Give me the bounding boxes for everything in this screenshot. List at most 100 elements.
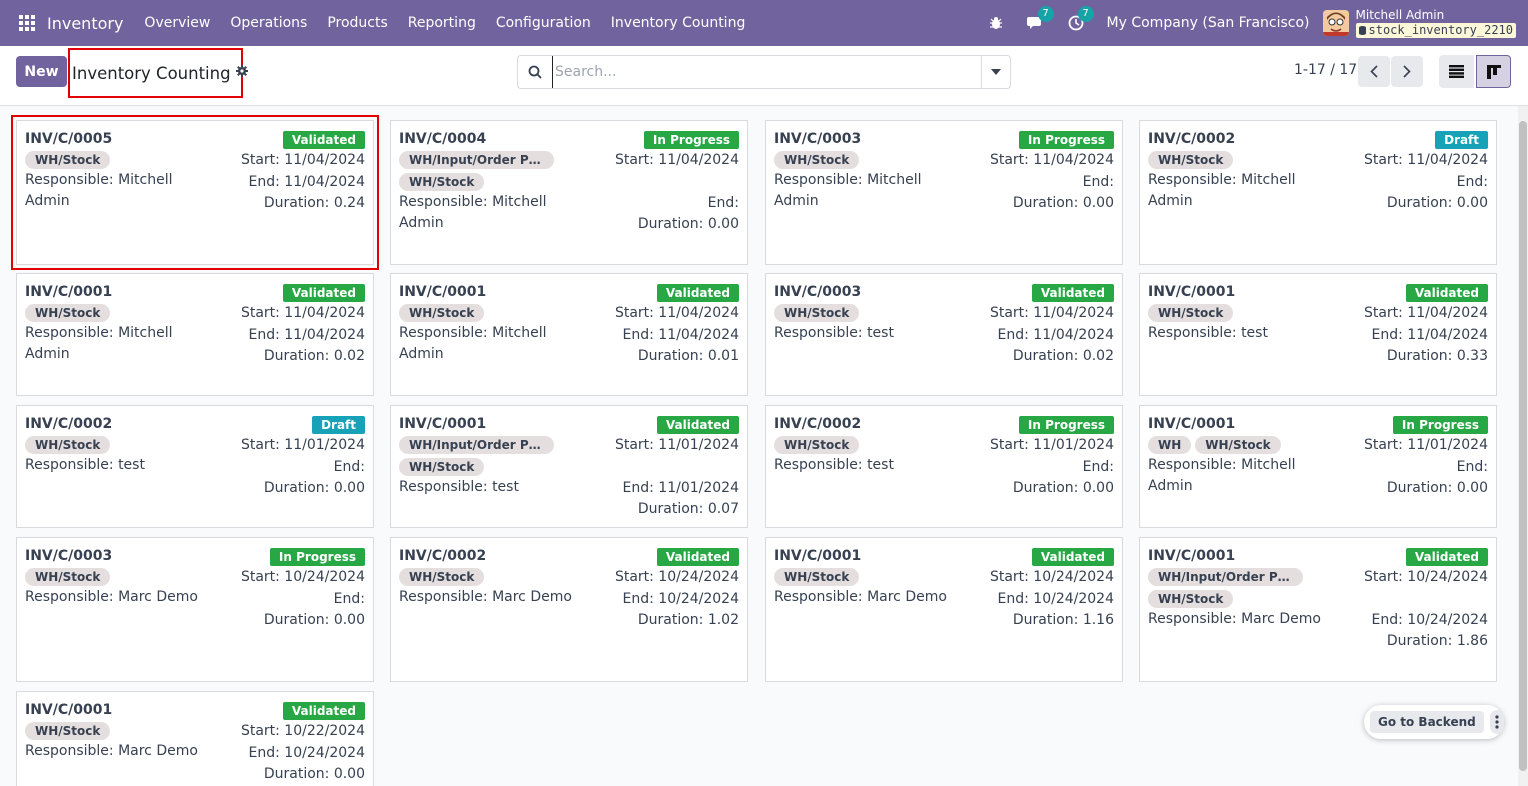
inventory-count-card[interactable]: INV/C/0002 WH/Stock Responsible: test Draft… [16,405,374,528]
card-end: End: 10/24/2024 [1371,611,1488,628]
inventory-count-card[interactable]: INV/C/0001 WH WH/Stock Responsible: Mitchel… [1139,405,1497,528]
go-to-backend-button[interactable]: Go to Backend [1370,711,1484,733]
card-start: Start: 11/04/2024 [240,305,365,321]
status-badge: Validated [282,284,365,302]
card-end: End: [1456,173,1488,190]
inventory-count-card[interactable]: INV/C/0001 WH/Stock Responsible: Marc Demo… [765,537,1123,682]
card-reference: INV/C/0001 [399,284,487,300]
location-tag: WH/Stock [25,722,111,740]
pager-next-button[interactable] [1391,56,1423,87]
card-reference: INV/C/0004 [399,131,487,147]
card-end: End: 11/01/2024 [622,479,739,496]
card-responsible: Responsible: Marc Demo [25,743,198,759]
card-reference: INV/C/0003 [774,284,862,300]
inventory-count-card[interactable]: INV/C/0003 WH/Stock Responsible: Marc Demo… [16,537,374,682]
card-duration: Duration: 0.00 [1386,195,1488,211]
search-input[interactable] [552,56,981,88]
card-responsible: Responsible: Mitchell Admin [399,194,547,231]
menu-reporting[interactable]: Reporting [398,15,486,31]
card-duration: Duration: 0.01 [637,348,739,364]
scrollbar-thumb[interactable] [1519,121,1527,771]
card-duration: Duration: 0.00 [1012,480,1114,496]
status-badge: In Progress [1018,416,1114,434]
inventory-count-card[interactable]: INV/C/0001 WH/Stock Responsible: Mitchell … [16,273,374,396]
database-icon [1358,25,1366,35]
inventory-count-card[interactable]: INV/C/0005 WH/Stock Responsible: Mitchell … [11,115,379,270]
card-duration: Duration: 0.24 [263,195,365,211]
card-end: End: [1082,173,1114,190]
location-tag: WH/Stock [774,151,860,169]
chevron-right-icon [1403,65,1411,78]
company-switcher[interactable]: My Company (San Francisco) [1107,15,1310,31]
location-tag: WH [1148,436,1192,454]
card-duration: Duration: 0.02 [263,348,365,364]
card-reference: INV/C/0003 [774,131,862,147]
kanban-view-button[interactable] [1476,55,1511,88]
page-title: Inventory Counting [72,63,231,83]
menu-products[interactable]: Products [317,15,397,31]
card-end: End: [1082,458,1114,475]
menu-inventory-counting[interactable]: Inventory Counting [601,15,756,31]
location-tags: WH/Stock [25,304,205,322]
search-options-chevron-down-icon[interactable] [981,56,1010,88]
card-reference: INV/C/0001 [25,702,113,718]
debug-bug-icon[interactable] [985,13,1007,33]
card-duration: Duration: 0.00 [1012,195,1114,211]
card-end: End: 10/24/2024 [622,590,739,607]
search-bar [517,55,1011,89]
card-responsible: Responsible: Mitchell Admin [1148,457,1296,494]
menu-overview[interactable]: Overview [134,15,220,31]
card-reference: INV/C/0001 [1148,416,1236,432]
card-responsible: Responsible: Mitchell Admin [399,325,547,362]
inventory-count-card[interactable]: INV/C/0001 WH/Stock Responsible: Marc Demo… [16,691,374,786]
user-menu[interactable]: Mitchell Admin stock_inventory_2210 [1355,8,1516,38]
menu-operations[interactable]: Operations [220,15,317,31]
inventory-count-card[interactable]: INV/C/0001 WH/Stock Responsible: test Valid… [1139,273,1497,396]
app-menu-icon[interactable] [19,15,35,31]
more-options-icon[interactable] [1489,710,1504,734]
inventory-count-card[interactable]: INV/C/0002 WH/Stock Responsible: Marc Demo… [390,537,748,682]
inventory-count-card[interactable]: INV/C/0001 WH/Input/Order Proc... WH/Stock… [390,405,748,528]
card-responsible: Responsible: Mitchell Admin [1148,172,1296,209]
card-responsible: Responsible: test [25,457,145,473]
location-tag: WH/Stock [774,568,860,586]
location-tag: WH/Stock [25,568,111,586]
status-badge: Validated [1405,284,1488,302]
inventory-count-card[interactable]: INV/C/0004 WH/Input/Order Proc... WH/Stock… [390,120,748,265]
status-badge: Validated [656,416,739,434]
inventory-count-card[interactable]: INV/C/0003 WH/Stock Responsible: Mitchell … [765,120,1123,265]
app-brand[interactable]: Inventory [47,14,123,33]
inventory-count-card[interactable]: INV/C/0001 WH/Stock Responsible: Mitchell … [390,273,748,396]
gear-icon[interactable] [235,65,248,81]
pager-previous-button[interactable] [1358,56,1390,87]
card-start: Start: 11/04/2024 [989,305,1114,321]
menu-configuration[interactable]: Configuration [486,15,601,31]
status-badge: In Progress [1018,131,1114,149]
card-reference: INV/C/0001 [25,284,113,300]
card-end: End: 11/04/2024 [1371,326,1488,343]
location-tags: WH/Stock [25,722,205,740]
location-tag: WH/Stock [399,568,485,586]
activities-clock-icon[interactable]: 7 [1065,6,1094,33]
chevron-left-icon [1370,65,1378,78]
user-avatar[interactable] [1322,10,1349,36]
inventory-count-card[interactable]: INV/C/0002 WH/Stock Responsible: test In Pr… [765,405,1123,528]
inventory-count-card[interactable]: INV/C/0001 WH/Input/Order Proc... WH/Stock… [1139,537,1497,682]
inventory-count-card[interactable]: INV/C/0003 WH/Stock Responsible: test Valid… [765,273,1123,396]
location-tag: WH/Stock [399,458,485,476]
location-tag: WH/Stock [1195,436,1281,454]
list-view-button[interactable] [1439,55,1474,88]
location-tags: WH/Stock [774,304,954,322]
location-tag: WH/Input/Order Proc... [399,436,554,454]
card-responsible: Responsible: Mitchell Admin [25,172,173,209]
pager-value[interactable]: 1-17 / 17 [1294,62,1357,78]
location-tag: WH/Stock [774,436,860,454]
top-navbar: Inventory Overview Operations Products R… [0,0,1528,46]
location-tag: WH/Stock [1148,151,1234,169]
card-start: Start: 11/04/2024 [614,305,739,321]
card-start: Start: 11/01/2024 [614,437,739,453]
new-button[interactable]: New [16,56,67,87]
location-tags: WH/Stock [399,568,579,586]
inventory-count-card[interactable]: INV/C/0002 WH/Stock Responsible: Mitchell … [1139,120,1497,265]
messages-chat-icon[interactable]: 7 [1025,6,1054,33]
